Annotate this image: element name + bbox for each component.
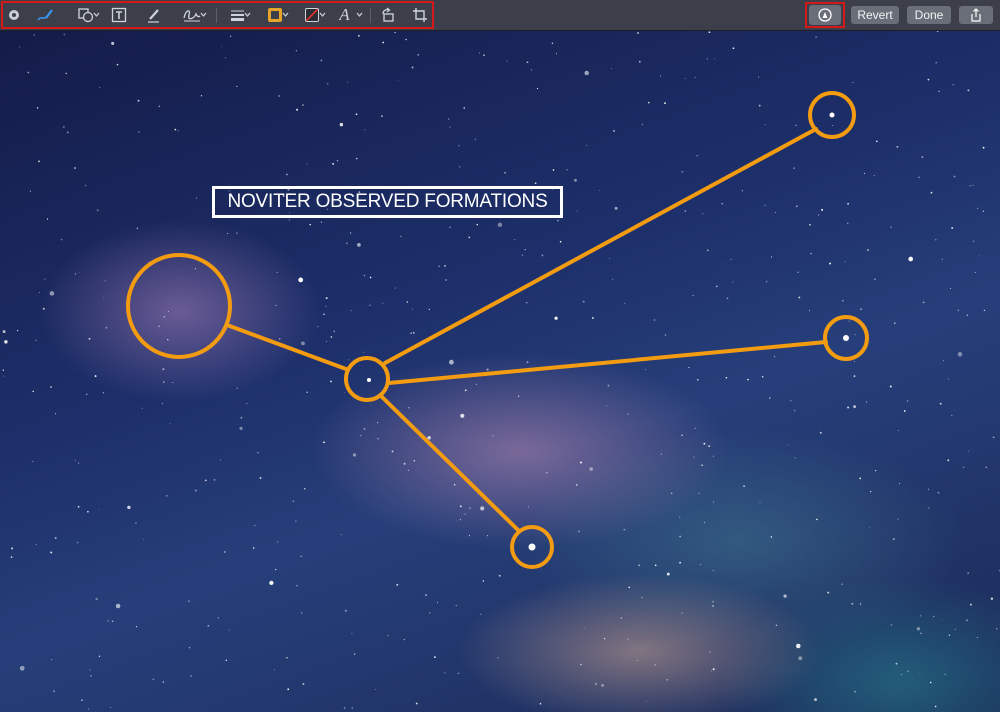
chevron-down-icon — [244, 12, 251, 17]
star — [367, 378, 371, 382]
annotation-line — [387, 340, 828, 385]
chevron-down-icon — [282, 12, 289, 17]
text-style-button[interactable]: A — [335, 4, 363, 26]
text-style-icon: A — [339, 5, 350, 24]
toolbar-divider — [370, 8, 371, 23]
border-color-button[interactable] — [261, 4, 289, 26]
markup-pen-circle-icon — [818, 8, 832, 22]
revert-button[interactable]: Revert — [851, 6, 899, 24]
rotate-left-icon[interactable] — [378, 4, 398, 26]
chevron-down-icon — [93, 12, 100, 17]
crop-icon[interactable] — [411, 4, 429, 26]
shapes-tool-button[interactable] — [72, 4, 100, 26]
annotation-line — [379, 394, 520, 532]
line-style-button[interactable] — [225, 4, 251, 26]
caption-text-box[interactable]: NOVITER OBSERVED FORMATIONS — [212, 186, 563, 218]
toolbar-divider — [216, 8, 217, 23]
fill-color-icon — [305, 8, 319, 22]
sketch-pen-icon[interactable] — [34, 4, 56, 26]
text-box-icon[interactable] — [110, 4, 128, 26]
chevron-down-icon — [319, 12, 326, 17]
highlighter-icon[interactable] — [145, 4, 163, 26]
annotation-line — [383, 127, 818, 365]
chevron-down-icon — [200, 12, 207, 17]
chevron-down-icon — [356, 12, 363, 17]
share-icon — [971, 8, 981, 22]
done-button[interactable]: Done — [907, 6, 951, 24]
constellation-annotation — [126, 91, 869, 569]
star — [829, 112, 835, 118]
fill-color-button[interactable] — [298, 4, 326, 26]
star — [843, 335, 849, 341]
annotation-circle — [126, 253, 232, 359]
annotation-line — [225, 323, 348, 371]
show-markup-icon[interactable] — [6, 4, 22, 26]
share-button[interactable] — [959, 6, 993, 24]
annotation-circle — [344, 356, 390, 402]
image-canvas[interactable]: NOVITER OBSERVED FORMATIONS — [0, 31, 1000, 712]
star — [528, 543, 536, 551]
sign-tool-button[interactable] — [177, 4, 207, 26]
markup-toggle-button[interactable] — [809, 5, 841, 25]
markup-toolbar: A Revert Done — [0, 0, 1000, 31]
border-color-icon — [268, 8, 282, 22]
signature-icon — [183, 10, 201, 22]
